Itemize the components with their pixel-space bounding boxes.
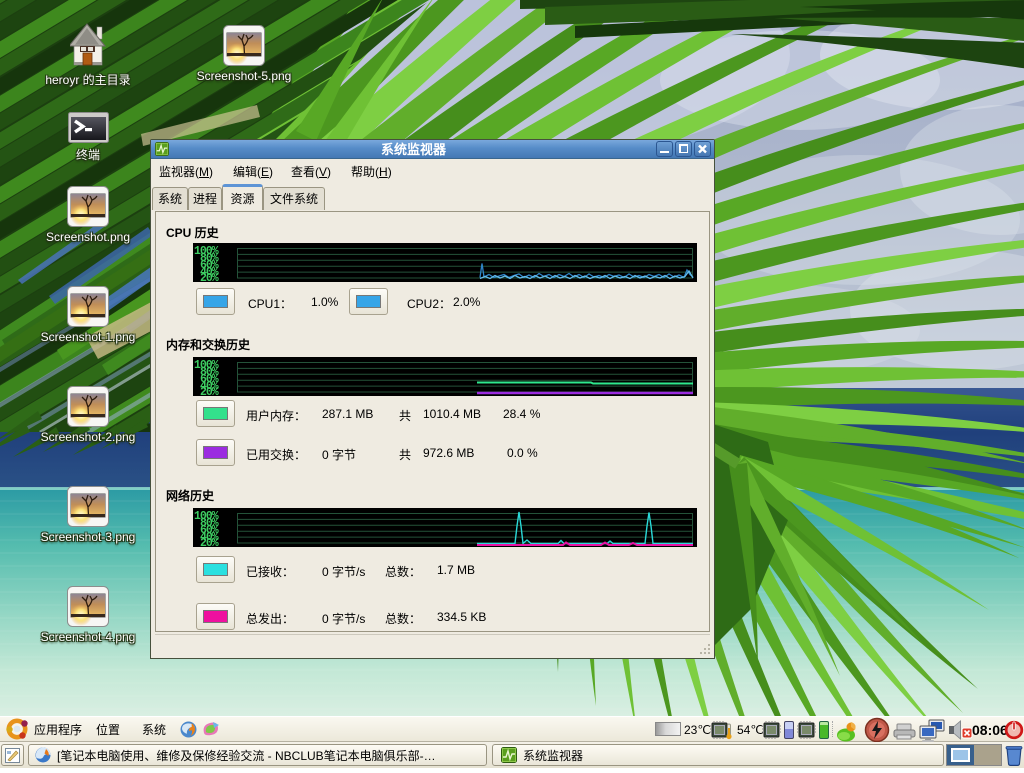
svg-text:20%: 20%: [200, 386, 219, 396]
svg-text:20%: 20%: [200, 537, 219, 547]
svg-text:20%: 20%: [200, 272, 219, 282]
